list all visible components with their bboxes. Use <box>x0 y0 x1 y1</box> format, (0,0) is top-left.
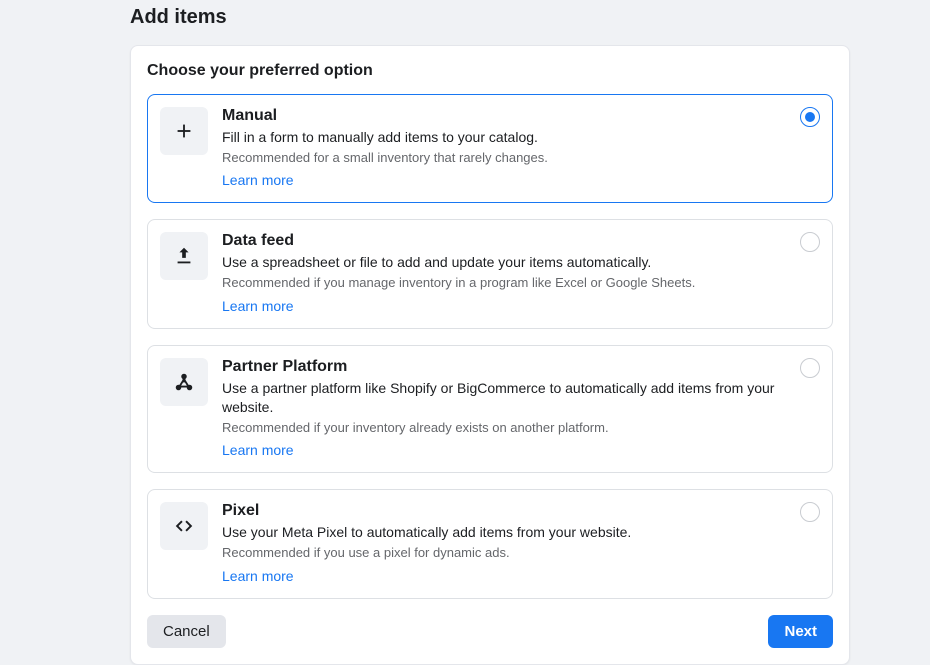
option-reco: Recommended for a small inventory that r… <box>222 149 790 167</box>
option-manual[interactable]: Manual Fill in a form to manually add it… <box>147 94 833 203</box>
option-title: Data feed <box>222 232 790 250</box>
options-card: Choose your preferred option Manual Fill… <box>130 45 850 665</box>
option-reco: Recommended if you manage inventory in a… <box>222 274 790 292</box>
option-desc: Use a spreadsheet or file to add and upd… <box>222 253 790 272</box>
option-reco: Recommended if you use a pixel for dynam… <box>222 544 790 562</box>
option-title: Partner Platform <box>222 358 790 376</box>
option-desc: Use a partner platform like Shopify or B… <box>222 379 790 417</box>
plus-icon <box>160 107 208 155</box>
radio-manual[interactable] <box>800 107 820 127</box>
card-title: Choose your preferred option <box>147 62 833 80</box>
learn-more-link[interactable]: Learn more <box>222 172 294 188</box>
learn-more-link[interactable]: Learn more <box>222 442 294 458</box>
option-partner[interactable]: Partner Platform Use a partner platform … <box>147 345 833 473</box>
cancel-button[interactable]: Cancel <box>147 615 226 648</box>
upload-icon <box>160 232 208 280</box>
option-reco: Recommended if your inventory already ex… <box>222 419 790 437</box>
option-datafeed[interactable]: Data feed Use a spreadsheet or file to a… <box>147 219 833 328</box>
option-desc: Use your Meta Pixel to automatically add… <box>222 523 790 542</box>
code-icon <box>160 502 208 550</box>
option-title: Pixel <box>222 502 790 520</box>
option-title: Manual <box>222 107 790 125</box>
radio-partner[interactable] <box>800 358 820 378</box>
learn-more-link[interactable]: Learn more <box>222 568 294 584</box>
learn-more-link[interactable]: Learn more <box>222 298 294 314</box>
page-title: Add items <box>0 0 930 45</box>
option-pixel[interactable]: Pixel Use your Meta Pixel to automatical… <box>147 489 833 598</box>
next-button[interactable]: Next <box>768 615 833 648</box>
network-icon <box>160 358 208 406</box>
option-desc: Fill in a form to manually add items to … <box>222 128 790 147</box>
